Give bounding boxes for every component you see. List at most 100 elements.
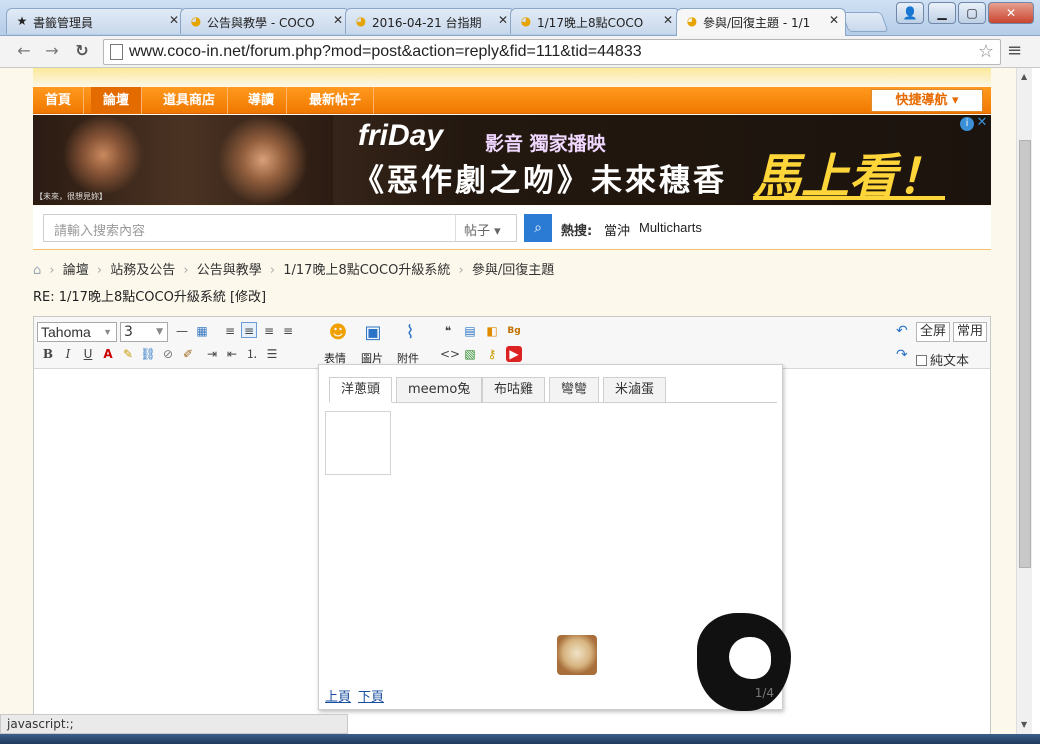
html-code-icon[interactable]: <> — [440, 346, 460, 362]
quick-nav-button[interactable]: 快捷導航 ▾ — [871, 89, 983, 112]
align-right-icon[interactable]: ≡ — [280, 323, 296, 339]
breadcrumb-item[interactable]: 站務及公告 — [110, 263, 175, 278]
close-tab-icon[interactable]: ✕ — [169, 13, 179, 27]
menu-icon[interactable]: ≡ — [1007, 40, 1022, 61]
quote-icon[interactable]: ❝ — [440, 323, 456, 339]
reload-icon[interactable]: ↻ — [70, 39, 94, 63]
clear-format-icon[interactable]: ✐ — [180, 346, 196, 362]
bold-icon[interactable]: B — [40, 346, 56, 362]
tab-announcements[interactable]: ◕ 公告與教學 - COCO ✕ — [180, 8, 350, 34]
insert-table-icon[interactable]: ▧ — [462, 346, 478, 362]
close-tab-icon[interactable]: ✕ — [829, 13, 839, 27]
common-button[interactable]: 常用 — [953, 322, 987, 342]
align-center-icon[interactable]: ≡ — [241, 322, 257, 338]
user-icon[interactable]: 👤 — [896, 2, 924, 24]
vertical-scrollbar[interactable]: ▲ ▼ — [1016, 68, 1032, 744]
undo-icon[interactable]: ↶ — [896, 323, 908, 339]
link-icon[interactable]: ⛓ — [140, 346, 156, 362]
scroll-down-icon[interactable]: ▼ — [1021, 720, 1027, 729]
paperclip-icon[interactable]: ⌇ — [398, 321, 422, 345]
nav-guide[interactable]: 導讀 — [236, 87, 288, 114]
search-bar: 請輸入搜索內容 帖子 ▾ ⌕ 熱搜: 當沖 Multicharts — [33, 206, 991, 250]
coco-favicon-icon: ◕ — [355, 14, 367, 28]
ad-close-icon[interactable]: ✕ — [975, 116, 989, 130]
coco-favicon-icon: ◕ — [686, 14, 698, 28]
coco-favicon-icon: ◕ — [520, 14, 532, 28]
ad-banner[interactable]: 【未來，很想見妳】 friDay 影音 獨家播映 《惡作劇之吻》未來穗香 馬上看… — [33, 115, 991, 205]
forward-arrow-icon[interactable]: → — [40, 39, 64, 63]
prev-page-link[interactable]: 上頁 — [325, 686, 351, 705]
close-tab-icon[interactable]: ✕ — [498, 13, 508, 27]
address-bar[interactable]: www.coco-in.net/forum.php?mod=post&actio… — [103, 39, 1001, 65]
browser-titlebar: ★ 書籤管理員 ✕ ◕ 公告與教學 - COCO ✕ ◕ 2016-04-21 … — [0, 0, 1040, 36]
banner-caption: 【未來，很想見妳】 — [35, 192, 107, 201]
align-justify-icon[interactable]: ≡ — [261, 323, 277, 339]
smiley-tab[interactable]: 布咕雞 — [482, 377, 546, 403]
media-icon[interactable]: ◧ — [484, 323, 500, 339]
breadcrumb-item[interactable]: 1/17晚上8點COCO升級系統 — [283, 263, 450, 278]
nav-home[interactable]: 首頁 — [33, 87, 85, 114]
minimize-button[interactable]: ▁ — [928, 2, 956, 24]
hot-search-link[interactable]: Multicharts — [639, 220, 702, 235]
search-type-select[interactable]: 帖子 ▾ — [455, 214, 517, 242]
checkbox-icon[interactable] — [916, 355, 927, 366]
smiley-tab[interactable]: 彎彎 — [549, 377, 600, 403]
tab-upgrade[interactable]: ◕ 1/17晚上8點COCO ✕ — [510, 8, 680, 34]
close-tab-icon[interactable]: ✕ — [333, 13, 343, 27]
smiley-image[interactable] — [557, 635, 597, 675]
table-icon[interactable]: ▦ — [194, 323, 210, 339]
indent-icon[interactable]: ⇥ — [204, 346, 220, 362]
image-icon[interactable]: ▣ — [361, 321, 385, 345]
nav-latest[interactable]: 最新帖子 — [297, 87, 375, 114]
unlink-icon[interactable]: ⊘ — [160, 346, 176, 362]
ad-info-icon[interactable]: i — [960, 117, 974, 131]
fullscreen-button[interactable]: 全屏 — [916, 322, 950, 342]
underline-icon[interactable]: U — [80, 346, 96, 362]
nav-shop[interactable]: 道具商店 — [151, 87, 229, 114]
youtube-icon[interactable]: ▶ — [506, 346, 522, 362]
new-tab-button[interactable] — [841, 12, 889, 32]
tab-reply[interactable]: ◕ 參與/回復主題 - 1/1 ✕ — [676, 8, 846, 36]
redo-icon[interactable]: ↷ — [896, 347, 908, 363]
highlight-icon[interactable]: ✎ — [120, 346, 136, 362]
align-left-icon[interactable]: ≡ — [222, 323, 238, 339]
tab-bookmarks[interactable]: ★ 書籤管理員 ✕ — [6, 8, 186, 34]
breadcrumb-item[interactable]: 公告與教學 — [197, 263, 262, 278]
scroll-up-icon[interactable]: ▲ — [1021, 72, 1027, 81]
home-icon[interactable]: ⌂ — [33, 263, 41, 278]
nav-forum[interactable]: 論壇 — [91, 87, 143, 114]
smiley-tab[interactable]: meemo兔 — [396, 377, 483, 403]
banner-title: 《惡作劇之吻》未來穗香 — [353, 163, 727, 199]
emoji-icon[interactable]: ☻ — [326, 321, 350, 345]
back-arrow-icon[interactable]: ← — [12, 39, 36, 63]
plaintext-toggle[interactable]: 純文本 — [916, 350, 969, 369]
search-input[interactable]: 請輸入搜索內容 — [43, 214, 456, 242]
scroll-thumb[interactable] — [1019, 140, 1031, 568]
close-tab-icon[interactable]: ✕ — [663, 13, 673, 27]
smiley-tab[interactable]: 洋蔥頭 — [329, 377, 393, 403]
font-color-icon[interactable]: A — [100, 346, 116, 362]
search-button[interactable]: ⌕ — [524, 214, 552, 242]
outdent-icon[interactable]: ⇤ — [224, 346, 240, 362]
size-select[interactable]: 3 ▼ — [120, 322, 168, 342]
friday-logo: friDay — [358, 119, 444, 152]
key-icon[interactable]: ⚷ — [484, 346, 500, 362]
breadcrumb-item: 參與/回復主題 — [471, 263, 555, 278]
chevron-down-icon: ▼ — [103, 327, 112, 337]
unordered-list-icon[interactable]: ☰ — [264, 346, 280, 362]
hot-search-link[interactable]: 當沖 — [604, 220, 630, 239]
tab-label: 2016-04-21 台指期 — [372, 16, 482, 30]
window-close-button[interactable]: ✕ — [988, 2, 1034, 24]
italic-icon[interactable]: I — [60, 346, 76, 362]
bookmark-star-icon[interactable]: ☆ — [978, 41, 994, 62]
bg-icon[interactable]: Bg — [506, 323, 522, 339]
horizontal-line-icon[interactable]: — — [174, 323, 190, 339]
next-page-link[interactable]: 下頁 — [358, 686, 384, 705]
code-block-icon[interactable]: ▤ — [462, 323, 478, 339]
font-select[interactable]: Tahoma ▼ — [37, 322, 117, 342]
maximize-button[interactable]: ▢ — [958, 2, 986, 24]
smiley-tab[interactable]: 米滷蛋 — [603, 377, 667, 403]
breadcrumb-item[interactable]: 論壇 — [63, 263, 89, 278]
ordered-list-icon[interactable]: ⒈ — [244, 346, 260, 362]
tab-futures[interactable]: ◕ 2016-04-21 台指期 ✕ — [345, 8, 515, 34]
